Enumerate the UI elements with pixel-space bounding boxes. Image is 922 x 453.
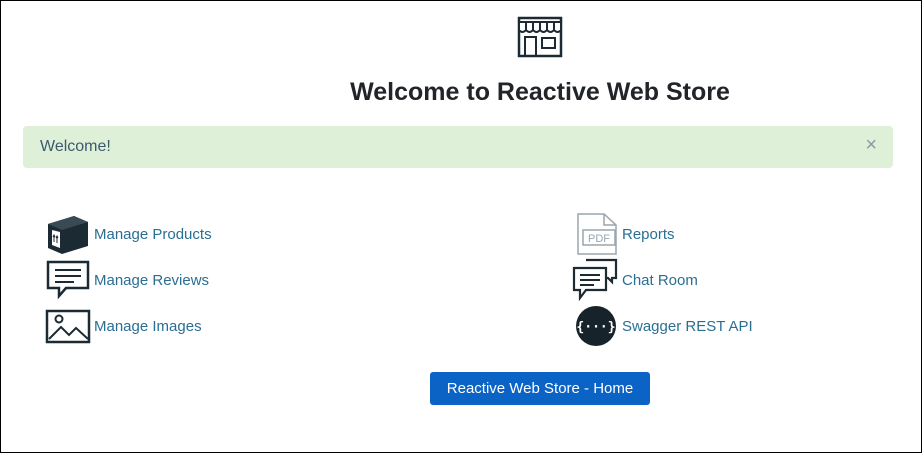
- manage-reviews-label[interactable]: Manage Reviews: [94, 272, 209, 289]
- manage-images-label[interactable]: Manage Images: [94, 318, 202, 335]
- store-icon: [516, 16, 564, 58]
- swagger-icon-text: {···}: [576, 320, 615, 335]
- chat-room-link[interactable]: Chat Room: [572, 258, 698, 302]
- manage-products-link[interactable]: Manage Products: [44, 212, 212, 256]
- box-icon: [44, 212, 92, 256]
- chat-room-label[interactable]: Chat Room: [622, 272, 698, 289]
- image-icon: [44, 304, 92, 348]
- reports-link[interactable]: PDF Reports: [572, 212, 675, 256]
- speech-bubble-icon: [44, 258, 92, 302]
- manage-images-link[interactable]: Manage Images: [44, 304, 202, 348]
- swagger-icon: {···}: [572, 304, 620, 348]
- pdf-file-icon: PDF: [572, 212, 620, 256]
- swagger-link[interactable]: {···} Swagger REST API: [572, 304, 753, 348]
- reports-label[interactable]: Reports: [622, 226, 675, 243]
- swagger-label[interactable]: Swagger REST API: [622, 318, 753, 335]
- pdf-icon-text: PDF: [588, 233, 610, 245]
- close-icon[interactable]: ×: [865, 134, 877, 157]
- page-title: Welcome to Reactive Web Store: [350, 78, 730, 106]
- welcome-alert: Welcome! ×: [23, 126, 893, 168]
- alert-message: Welcome!: [40, 138, 111, 155]
- home-button[interactable]: Reactive Web Store - Home: [430, 372, 650, 405]
- chat-bubbles-icon: [572, 258, 620, 302]
- manage-products-label[interactable]: Manage Products: [94, 226, 212, 243]
- manage-reviews-link[interactable]: Manage Reviews: [44, 258, 209, 302]
